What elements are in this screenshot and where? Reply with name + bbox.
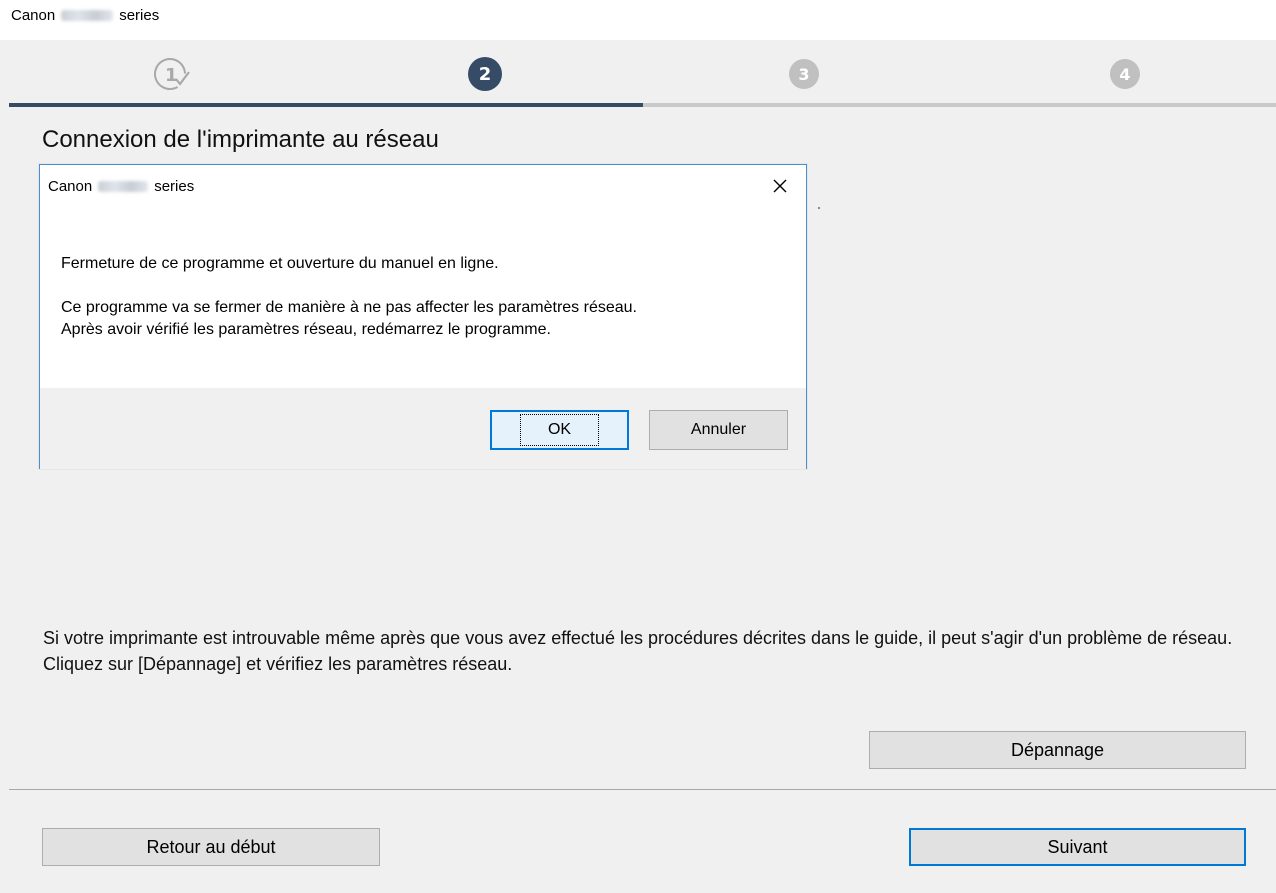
back-to-start-button[interactable]: Retour au début — [42, 828, 380, 866]
step-1-completed: 1 — [153, 57, 190, 91]
checkmark-icon: 1 — [154, 58, 190, 90]
step-2-current: 2 — [468, 57, 502, 91]
dialog-message-line-1: Fermeture de ce programme et ouverture d… — [61, 255, 499, 272]
dialog-close-button[interactable] — [768, 174, 792, 198]
dialog-message-line-2: Ce programme va se fermer de manière à n… — [61, 299, 637, 316]
network-help-text: Si votre imprimante est introuvable même… — [43, 628, 1233, 674]
dialog-footer: OK Annuler — [40, 388, 806, 469]
dialog-titlebar: Canon series — [40, 165, 806, 207]
cancel-button[interactable]: Annuler — [649, 410, 788, 450]
next-button[interactable]: Suivant — [909, 828, 1246, 866]
close-icon — [773, 179, 787, 193]
window-title-prefix: Canon — [11, 6, 56, 24]
redacted-model-name — [98, 180, 149, 192]
stray-dot — [818, 207, 820, 209]
page-title: Connexion de l'imprimante au réseau — [42, 126, 439, 153]
window-title-suffix: series — [119, 6, 160, 24]
progress-track — [9, 103, 1276, 107]
footer-divider — [9, 789, 1276, 790]
step-3-pending: 3 — [789, 59, 819, 89]
ok-button[interactable]: OK — [490, 410, 629, 450]
dialog-title-prefix: Canon — [48, 177, 93, 195]
window-titlebar: Canon series — [0, 0, 1276, 40]
progress-fill — [9, 103, 643, 107]
dialog-message-line-3: Après avoir vérifié les paramètres résea… — [61, 321, 551, 338]
troubleshoot-button[interactable]: Dépannage — [869, 731, 1246, 769]
message-dialog: Canon series Fermeture de ce programme e… — [39, 164, 807, 469]
dialog-title-suffix: series — [154, 177, 195, 195]
redacted-model-name — [61, 9, 114, 21]
dialog-message: Fermeture de ce programme et ouverture d… — [61, 253, 781, 341]
ok-button-label: OK — [519, 414, 600, 446]
step-1-number: 1 — [165, 65, 178, 86]
step-4-pending: 4 — [1110, 59, 1140, 89]
step-indicator: 1 2 3 4 — [9, 40, 1276, 107]
